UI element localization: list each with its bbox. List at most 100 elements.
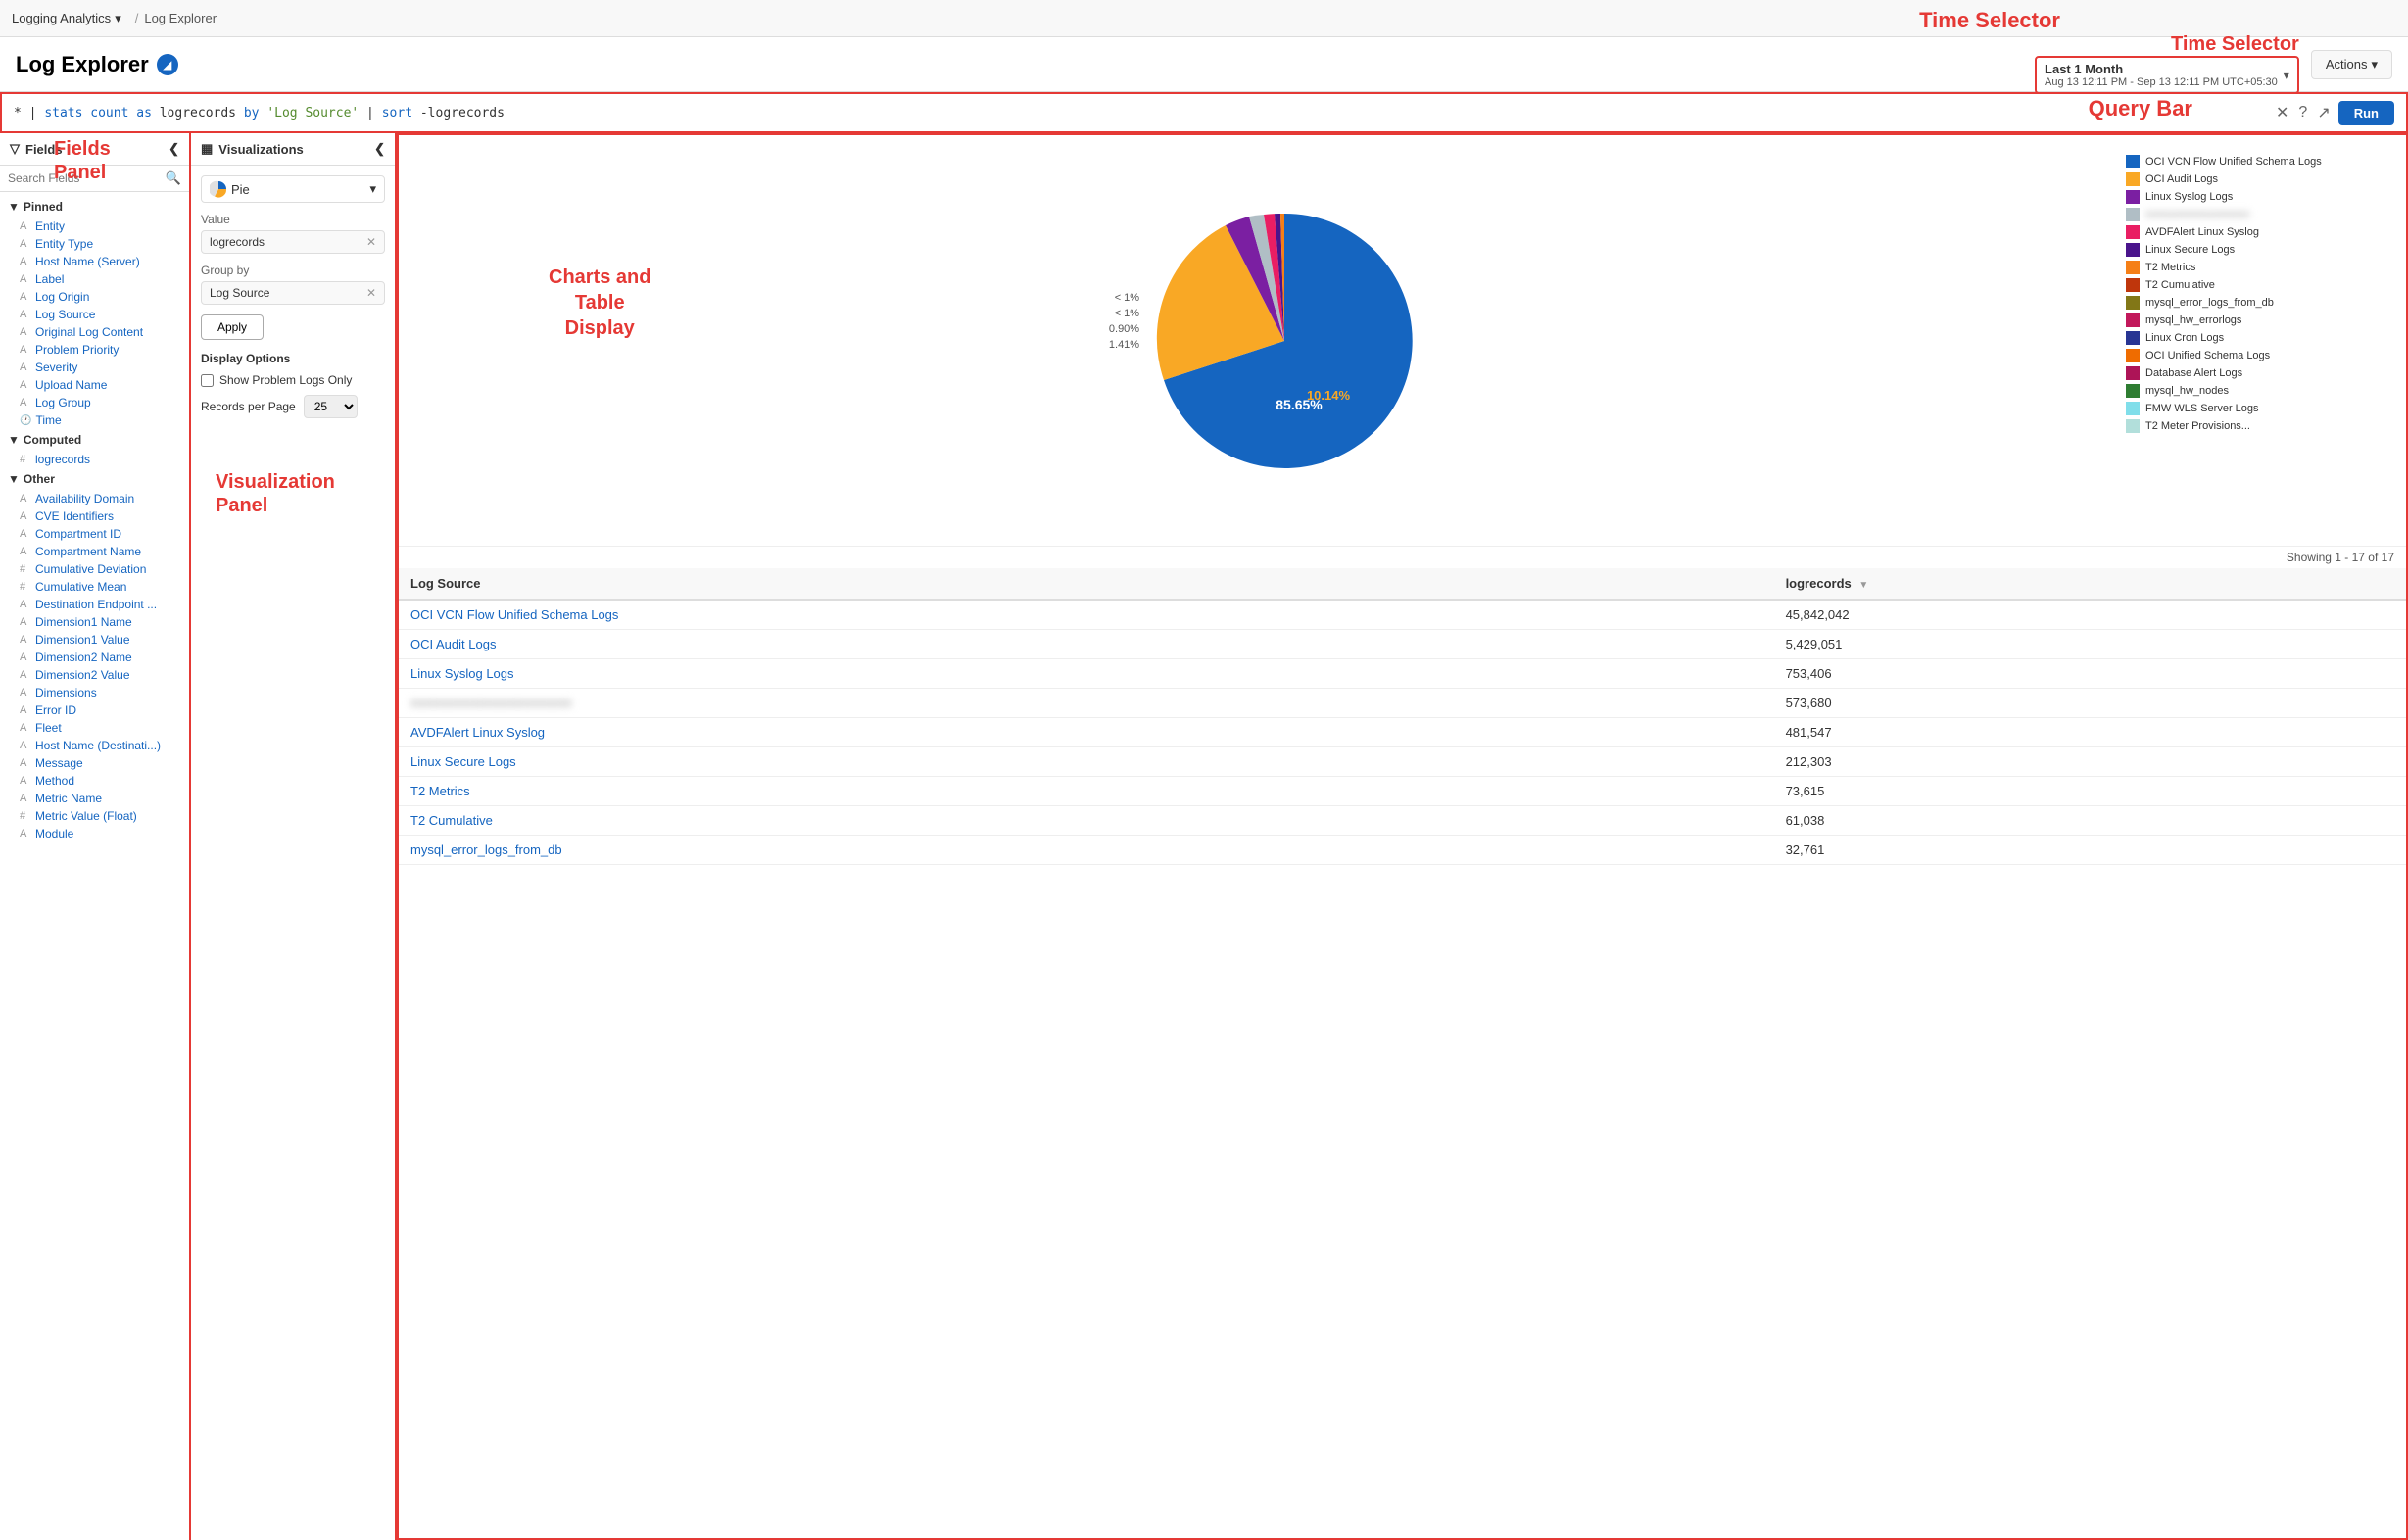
row-t2-metrics-link[interactable]: T2 Metrics xyxy=(410,784,470,798)
row-audit-source: OCI Audit Logs xyxy=(399,630,1774,659)
results-table: Log Source logrecords ▼ OCI VCN Flow Uni… xyxy=(399,568,2406,865)
legend-label-blurred: ■■■■■■■■■■■■■■■■ xyxy=(2145,209,2249,220)
query-help-icon[interactable]: ? xyxy=(2298,104,2307,121)
field-destination-endpoint[interactable]: ADestination Endpoint ... xyxy=(0,596,189,613)
row-blurred-count: 573,680 xyxy=(1774,689,2406,718)
field-cve-identifiers[interactable]: ACVE Identifiers xyxy=(0,507,189,525)
table-row: AVDFAlert Linux Syslog 481,547 xyxy=(399,718,2406,747)
field-dimensions[interactable]: ADimensions xyxy=(0,684,189,701)
viz-type-chevron-icon: ▾ xyxy=(369,181,376,197)
filter-icon[interactable]: ◢ xyxy=(157,54,178,75)
viz-groupby-clear-icon[interactable]: ✕ xyxy=(366,286,376,300)
chart-area: < 1% < 1% 0.90% 1.41% xyxy=(397,133,2408,1540)
fields-collapse-icon[interactable]: ❮ xyxy=(169,141,179,157)
field-dimension2-name[interactable]: ADimension2 Name xyxy=(0,649,189,666)
other-section-header[interactable]: ▼ Other xyxy=(0,468,189,490)
viz-type-selector[interactable]: Pie ▾ xyxy=(201,175,385,203)
field-log-origin[interactable]: ALog Origin xyxy=(0,288,189,306)
fields-list: ▼ Pinned AEntity AEntity Type AHost Name… xyxy=(0,192,189,1540)
pie-label-lt1-2: < 1% xyxy=(1115,308,1139,319)
field-dimension1-name[interactable]: ADimension1 Name xyxy=(0,613,189,631)
computed-chevron-icon: ▼ xyxy=(8,433,20,447)
row-vcn-source: OCI VCN Flow Unified Schema Logs xyxy=(399,600,1774,630)
fields-filter-icon: ▽ xyxy=(10,141,20,157)
row-audit-link[interactable]: OCI Audit Logs xyxy=(410,637,496,651)
time-selector[interactable]: Last 1 Month Aug 13 12:11 PM - Sep 13 12… xyxy=(2035,56,2299,94)
field-method[interactable]: AMethod xyxy=(0,772,189,790)
field-severity[interactable]: ASeverity xyxy=(0,359,189,376)
field-host-name-dest[interactable]: AHost Name (Destinati...) xyxy=(0,737,189,754)
legend-label-syslog: Linux Syslog Logs xyxy=(2145,191,2233,203)
field-fleet[interactable]: AFleet xyxy=(0,719,189,737)
field-time[interactable]: 🕐Time xyxy=(0,411,189,429)
table-row: T2 Metrics 73,615 xyxy=(399,777,2406,806)
fields-panel-title: Fields xyxy=(25,142,63,157)
field-problem-priority[interactable]: AProblem Priority xyxy=(0,341,189,359)
table-row: OCI VCN Flow Unified Schema Logs 45,842,… xyxy=(399,600,2406,630)
legend-label-linux-cron: Linux Cron Logs xyxy=(2145,332,2224,344)
app-nav[interactable]: Logging Analytics ▾ xyxy=(12,11,121,26)
field-upload-name[interactable]: AUpload Name xyxy=(0,376,189,394)
display-options-header: Display Options xyxy=(201,352,385,365)
field-error-id[interactable]: AError ID xyxy=(0,701,189,719)
field-module[interactable]: AModule xyxy=(0,825,189,842)
row-avdf-count: 481,547 xyxy=(1774,718,2406,747)
pie-label-141: 1.41% xyxy=(1109,339,1139,351)
run-button[interactable]: Run xyxy=(2338,101,2394,125)
col-log-source[interactable]: Log Source xyxy=(399,568,1774,600)
field-cumulative-deviation[interactable]: #Cumulative Deviation xyxy=(0,560,189,578)
row-avdf-link[interactable]: AVDFAlert Linux Syslog xyxy=(410,725,545,740)
field-logrecords[interactable]: #logrecords xyxy=(0,451,189,468)
viz-icon: ▦ xyxy=(201,141,213,157)
field-message[interactable]: AMessage xyxy=(0,754,189,772)
pinned-chevron-icon: ▼ xyxy=(8,200,20,214)
apply-button[interactable]: Apply xyxy=(201,314,264,340)
field-log-source[interactable]: ALog Source xyxy=(0,306,189,323)
legend-label-mysql-hw-error: mysql_hw_errorlogs xyxy=(2145,314,2241,326)
table-area: Showing 1 - 17 of 17 Log Source logrecor… xyxy=(399,547,2406,1538)
actions-button[interactable]: Actions ▾ xyxy=(2311,50,2392,79)
field-dimension2-value[interactable]: ADimension2 Value xyxy=(0,666,189,684)
row-t2-cumulative-link[interactable]: T2 Cumulative xyxy=(410,813,493,828)
fields-panel: ▽ Fields ❮ 🔍 ▼ Pinned AEntity AEntity Ty… xyxy=(0,133,191,1540)
legend-label-avdf: AVDFAlert Linux Syslog xyxy=(2145,226,2259,238)
query-text[interactable]: * | stats count as logrecords by 'Log So… xyxy=(14,106,2268,120)
field-label[interactable]: ALabel xyxy=(0,270,189,288)
viz-type-label: Pie xyxy=(231,182,250,197)
col-log-source-label: Log Source xyxy=(410,576,481,591)
legend-item-mysql-hw-nodes: mysql_hw_nodes xyxy=(2126,384,2392,398)
field-entity-type[interactable]: AEntity Type xyxy=(0,235,189,253)
query-star: * | xyxy=(14,106,44,120)
show-problem-logs-checkbox[interactable] xyxy=(201,374,214,387)
viz-collapse-icon[interactable]: ❮ xyxy=(374,141,385,157)
time-sub: Aug 13 12:11 PM - Sep 13 12:11 PM UTC+05… xyxy=(2045,76,2278,88)
pinned-section-header[interactable]: ▼ Pinned xyxy=(0,196,189,217)
col-logrecords[interactable]: logrecords ▼ xyxy=(1774,568,2406,600)
viz-value-clear-icon[interactable]: ✕ xyxy=(366,235,376,249)
field-compartment-id[interactable]: ACompartment ID xyxy=(0,525,189,543)
legend-item-audit: OCI Audit Logs xyxy=(2126,172,2392,186)
field-cumulative-mean[interactable]: #Cumulative Mean xyxy=(0,578,189,596)
records-per-page-select[interactable]: 25 50 100 xyxy=(304,395,358,418)
fields-search-input[interactable] xyxy=(8,171,166,185)
field-dimension1-value[interactable]: ADimension1 Value xyxy=(0,631,189,649)
row-mysql-error-source: mysql_error_logs_from_db xyxy=(399,836,1774,865)
field-compartment-name[interactable]: ACompartment Name xyxy=(0,543,189,560)
field-host-name-server[interactable]: AHost Name (Server) xyxy=(0,253,189,270)
field-metric-name[interactable]: AMetric Name xyxy=(0,790,189,807)
q6: -logrecords xyxy=(412,106,505,120)
query-share-icon[interactable]: ↗ xyxy=(2317,103,2330,122)
query-clear-icon[interactable]: ✕ xyxy=(2276,103,2288,122)
field-original-log-content[interactable]: AOriginal Log Content xyxy=(0,323,189,341)
field-availability-domain[interactable]: AAvailability Domain xyxy=(0,490,189,507)
field-entity[interactable]: AEntity xyxy=(0,217,189,235)
field-log-group[interactable]: ALog Group xyxy=(0,394,189,411)
computed-section-header[interactable]: ▼ Computed xyxy=(0,429,189,451)
legend-item-blurred: ■■■■■■■■■■■■■■■■ xyxy=(2126,208,2392,221)
page-title: Log Explorer xyxy=(16,52,149,77)
field-metric-value-float[interactable]: #Metric Value (Float) xyxy=(0,807,189,825)
row-syslog-link[interactable]: Linux Syslog Logs xyxy=(410,666,514,681)
row-linux-secure-link[interactable]: Linux Secure Logs xyxy=(410,754,516,769)
row-mysql-error-link[interactable]: mysql_error_logs_from_db xyxy=(410,842,562,857)
row-vcn-link[interactable]: OCI VCN Flow Unified Schema Logs xyxy=(410,607,618,622)
